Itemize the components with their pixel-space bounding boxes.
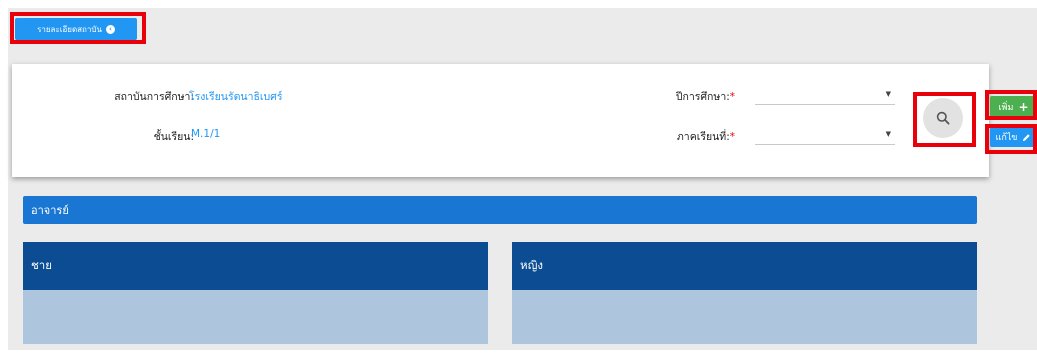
female-panel: หญิง [512,242,977,344]
male-panel: ชาย [23,242,488,344]
academic-year-select[interactable]: ▼ [755,83,895,105]
caret-down-icon: ▼ [885,90,891,98]
caret-down-icon: ▼ [885,130,891,138]
teacher-section-header: อาจารย์ [23,196,977,224]
plus-icon: + [1018,99,1029,114]
add-label: เพิ่ม [998,102,1014,113]
institution-value: โรงเรียนรัตนาธิเบศร์ [189,91,283,103]
semester-select[interactable]: ▼ [755,123,895,145]
semester-label: ภาคเรียนที่:* [676,131,735,143]
search-button[interactable] [923,98,963,138]
institution-detail-label: รายละเอียดสถาบัน [37,24,102,34]
institution-label: สถาบันการศึกษา: [114,91,194,103]
filter-card: สถาบันการศึกษา: โรงเรียนรัตนาธิเบศร์ ชั้… [12,64,989,177]
male-panel-title: ชาย [31,258,53,272]
class-label: ชั้นเรียน: [153,131,194,143]
institution-detail-button[interactable]: รายละเอียดสถาบัน ‹ [15,18,137,40]
pencil-icon [1023,133,1031,141]
edit-button[interactable]: แก้ไข [990,127,1037,147]
academic-year-label: ปีการศึกษา:* [675,91,735,103]
info-circle-icon: ‹ [105,24,115,34]
class-value: M.1/1 [191,128,221,140]
add-button[interactable]: เพิ่ม + [990,96,1037,117]
teacher-section-title: อาจารย์ [31,204,69,217]
edit-label: แก้ไข [995,133,1018,143]
female-panel-title: หญิง [520,258,543,272]
search-icon [936,111,950,125]
male-panel-header: ชาย [23,242,488,290]
female-panel-header: หญิง [512,242,977,290]
